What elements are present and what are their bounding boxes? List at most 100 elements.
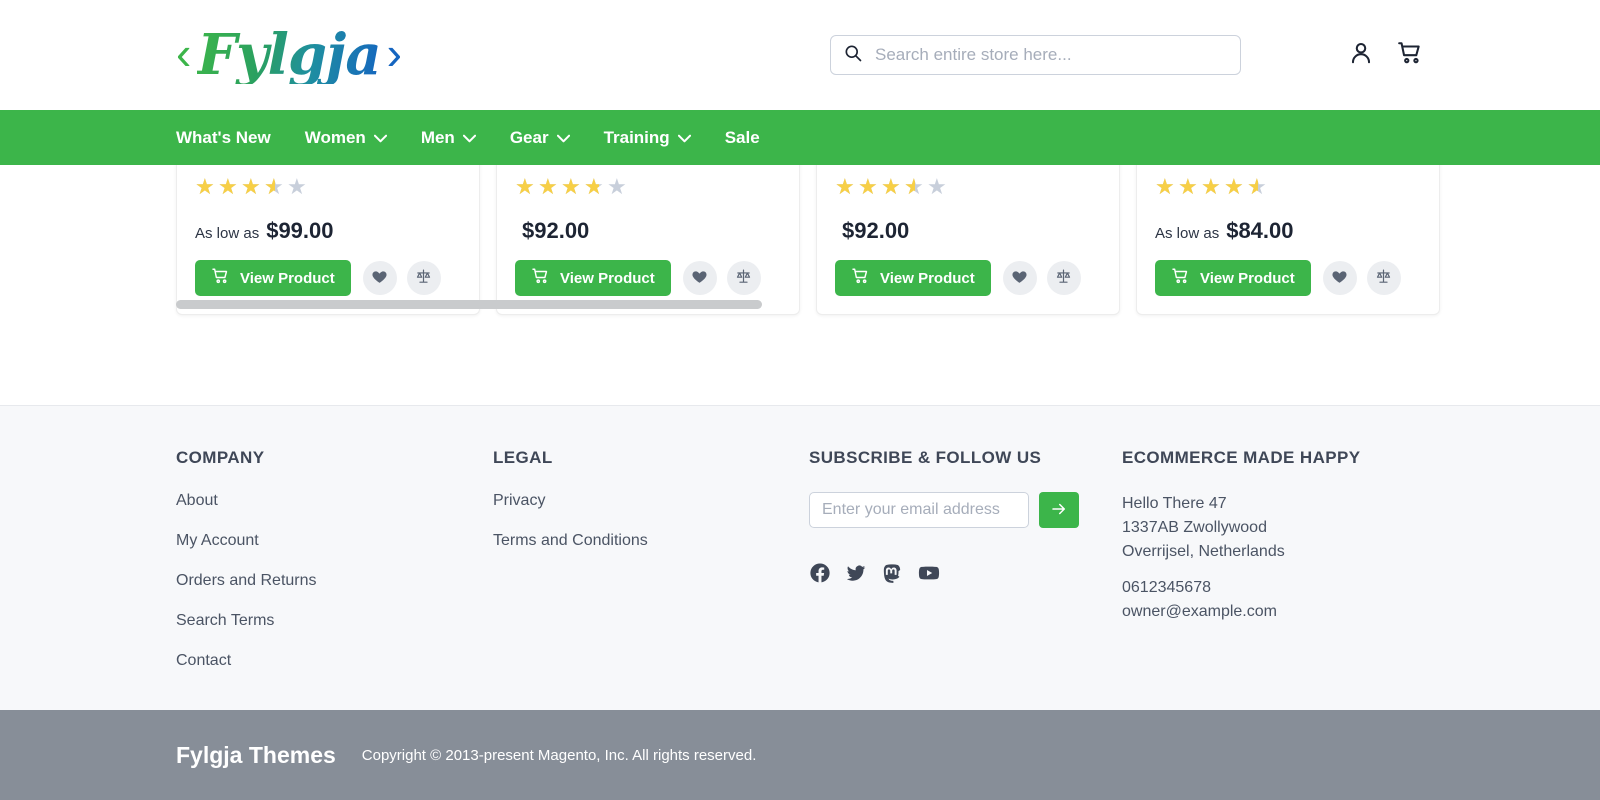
nav-label: Women bbox=[304, 127, 366, 147]
theme-brand-label: Fylgja Themes bbox=[176, 741, 336, 768]
facebook-icon[interactable] bbox=[809, 562, 831, 589]
compare-scales-icon bbox=[1375, 268, 1392, 288]
footer-link-search-terms[interactable]: Search Terms bbox=[176, 612, 493, 630]
star-icon: ★★ bbox=[1224, 174, 1244, 199]
add-to-wishlist-button[interactable] bbox=[362, 261, 397, 295]
contact-email[interactable]: owner@example.com bbox=[1122, 600, 1422, 624]
cart-icon bbox=[1171, 267, 1190, 289]
view-product-label: View Product bbox=[240, 269, 335, 287]
star-icon: ★★ bbox=[927, 174, 947, 199]
heart-icon bbox=[691, 268, 708, 288]
star-icon: ★★ bbox=[835, 174, 855, 199]
nav-item-men[interactable]: Men bbox=[421, 128, 476, 148]
mastodon-icon[interactable] bbox=[881, 562, 903, 589]
footer-link-privacy[interactable]: Privacy bbox=[493, 492, 809, 510]
footer-link-terms-and-conditions[interactable]: Terms and Conditions bbox=[493, 532, 809, 550]
add-to-wishlist-button[interactable] bbox=[682, 261, 717, 295]
price-prefix: As low as bbox=[195, 225, 260, 242]
card-actions: View Product bbox=[835, 260, 1101, 296]
newsletter-submit-button[interactable] bbox=[1039, 492, 1079, 528]
star-icon: ★★ bbox=[858, 174, 878, 199]
product-price: $92.00 bbox=[842, 218, 910, 243]
nav-label: Training bbox=[603, 127, 670, 147]
footer-column-legal: LEGAL Privacy Terms and Conditions bbox=[493, 448, 809, 710]
compare-scales-icon bbox=[415, 268, 432, 288]
twitter-icon[interactable] bbox=[845, 562, 867, 589]
site-header: ‹ Fylgja › bbox=[0, 0, 1600, 110]
card-actions: View Product bbox=[195, 260, 461, 296]
footer-legal-title: LEGAL bbox=[493, 448, 553, 467]
youtube-icon[interactable] bbox=[917, 562, 941, 589]
nav-item-women[interactable]: Women bbox=[305, 128, 387, 148]
add-to-compare-button[interactable] bbox=[726, 261, 761, 295]
product-card[interactable]: ★★ ★★ ★★ ★★ ★★ $92.00 bbox=[496, 165, 800, 315]
contact-phone[interactable]: 0612345678 bbox=[1122, 576, 1422, 600]
nav-item-gear[interactable]: Gear bbox=[510, 128, 570, 148]
footer-company-title: COMPANY bbox=[176, 448, 265, 467]
card-actions: View Product bbox=[1155, 260, 1421, 296]
user-account-icon[interactable] bbox=[1348, 40, 1374, 71]
footer-link-orders-and-returns[interactable]: Orders and Returns bbox=[176, 572, 493, 590]
rating-stars: ★★ ★★ ★★ ★★ ★★ bbox=[1155, 176, 1421, 198]
storefront-page: ‹ Fylgja › Search entire store here... W… bbox=[0, 0, 1600, 800]
view-product-button[interactable]: View Product bbox=[195, 260, 351, 296]
price-row: $92.00 bbox=[835, 218, 1101, 244]
nav-label: Sale bbox=[724, 127, 760, 147]
carousel-scrollbar[interactable] bbox=[176, 300, 1400, 309]
add-to-wishlist-button[interactable] bbox=[1002, 261, 1037, 295]
footer-column-address: ECOMMERCE MADE HAPPY Hello There 47 1337… bbox=[1122, 448, 1422, 710]
product-card[interactable]: ★ ★ ★ ★ ★ ★ ★ ★ ★ ★ As low as $84.00 Vie… bbox=[1136, 165, 1440, 315]
add-to-compare-button[interactable] bbox=[1046, 261, 1081, 295]
price-row: As low as $99.00 bbox=[195, 218, 461, 244]
star-icon: ★★ bbox=[1155, 174, 1175, 199]
nav-item-training[interactable]: Training bbox=[604, 128, 691, 148]
add-to-compare-button[interactable] bbox=[406, 261, 441, 295]
cart-icon bbox=[211, 267, 230, 289]
rating-stars: ★★ ★★ ★★ ★★ ★★ bbox=[515, 176, 781, 198]
heart-icon bbox=[1331, 268, 1348, 288]
compare-scales-icon bbox=[1055, 268, 1072, 288]
logo-left-chevron-icon: ‹ bbox=[176, 26, 192, 79]
footer-link-my-account[interactable]: My Account bbox=[176, 532, 493, 550]
product-carousel-track: ★★ ★★ ★★ ★★ ★★ As low as $99.00 bbox=[176, 165, 1600, 315]
site-logo[interactable]: ‹ Fylgja › bbox=[176, 21, 402, 88]
star-icon: ★★ bbox=[264, 174, 284, 199]
star-icon: ★★ bbox=[538, 174, 558, 199]
logo-right-chevron-icon: › bbox=[386, 26, 402, 79]
nav-item-whats-new[interactable]: What's New bbox=[176, 128, 271, 148]
arrow-right-icon bbox=[1049, 500, 1069, 521]
add-to-wishlist-button[interactable] bbox=[1322, 261, 1357, 295]
star-icon: ★★ bbox=[515, 174, 535, 199]
view-product-button[interactable]: View Product bbox=[835, 260, 991, 296]
footer-address-title: ECOMMERCE MADE HAPPY bbox=[1122, 448, 1361, 467]
product-card[interactable]: ★★ ★★ ★★ ★★ ★★ $92.00 bbox=[816, 165, 1120, 315]
nav-label: Gear bbox=[509, 127, 549, 147]
main-navigation: What's New Women Men Gear Training Sale bbox=[0, 110, 1600, 165]
address-line-2: 1337AB Zwollywood bbox=[1122, 519, 1267, 536]
star-icon: ★★ bbox=[241, 174, 261, 199]
address-line-1: Hello There 47 bbox=[1122, 495, 1227, 512]
view-product-label: View Product bbox=[560, 269, 655, 287]
product-card[interactable]: ★★ ★★ ★★ ★★ ★★ As low as $99.00 bbox=[176, 165, 480, 315]
heart-icon bbox=[1011, 268, 1028, 288]
footer-link-about[interactable]: About bbox=[176, 492, 493, 510]
header-icon-group bbox=[1348, 40, 1424, 71]
view-product-button[interactable]: View Product bbox=[1155, 260, 1311, 296]
shopping-cart-icon[interactable] bbox=[1396, 40, 1424, 71]
carousel-scrollbar-thumb[interactable] bbox=[176, 300, 762, 309]
social-links bbox=[809, 562, 1122, 589]
footer-column-company: COMPANY About My Account Orders and Retu… bbox=[176, 448, 493, 710]
add-to-compare-button[interactable] bbox=[1366, 261, 1401, 295]
chevron-down-icon bbox=[462, 128, 476, 148]
view-product-button[interactable]: View Product bbox=[515, 260, 671, 296]
footer-link-contact[interactable]: Contact bbox=[176, 652, 493, 670]
newsletter-email-input[interactable] bbox=[809, 492, 1029, 528]
footer-bottom-bar: Fylgja Themes Copyright © 2013-present M… bbox=[0, 710, 1600, 800]
nav-item-sale[interactable]: Sale bbox=[725, 128, 760, 148]
search-bar[interactable] bbox=[830, 35, 1241, 75]
logo-wordmark: Fylgja bbox=[197, 21, 381, 88]
star-icon: ★★ bbox=[561, 174, 581, 199]
price-prefix: As low as bbox=[1155, 225, 1220, 242]
rating-stars: ★★ ★★ ★★ ★★ ★★ bbox=[195, 176, 461, 198]
search-input[interactable] bbox=[875, 45, 1228, 65]
